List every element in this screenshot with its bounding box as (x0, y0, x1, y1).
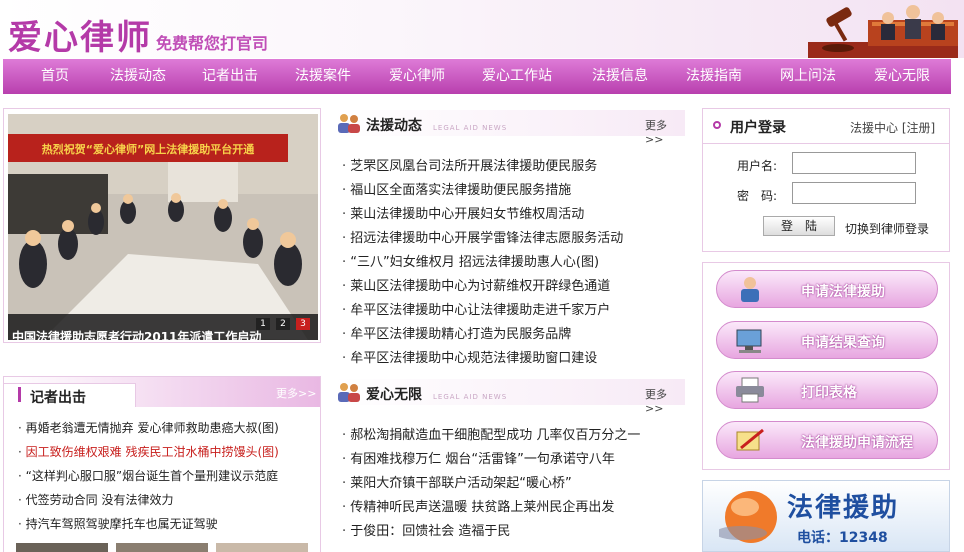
section-marker (18, 387, 21, 402)
query-result-label: 申请结果查询 (801, 335, 885, 351)
list-item[interactable]: · 传精神听民声送温暖 扶贫路上莱州民企再出发 (342, 496, 614, 515)
nav-item-info[interactable]: 法援信息 (581, 59, 659, 94)
list-item[interactable]: · 招远法律援助中心开展学雷锋法律志愿服务活动 (342, 227, 623, 246)
love-en: LEGAL AID NEWS (433, 393, 508, 401)
list-item[interactable]: · 莱山区法律援助中心为讨薪维权开辟绿色通道 (342, 275, 610, 294)
banner-title: 法律援助 (787, 493, 900, 523)
slideshow-banner-text: 热烈祝贺“爱心律师”网上法律援助平台开通 (41, 143, 255, 156)
divider (703, 143, 949, 144)
circle-bullet-icon (713, 121, 721, 129)
list-item[interactable]: · 莱山法律援助中心开展妇女节维权周活动 (342, 203, 584, 222)
list-item[interactable]: · 牟平区法律援助中心让法律援助走进千家万户 (342, 299, 610, 318)
list-item[interactable]: · “三八”妇女维权月 招远法律援助惠人心(图) (342, 251, 599, 270)
apply-legal-aid-label: 申请法律援助 (801, 284, 885, 300)
love-header: 爱心无限 LEGAL AID NEWS 更多>> (333, 379, 685, 415)
legal-news-en: LEGAL AID NEWS (433, 124, 508, 132)
document-pen-icon (736, 428, 764, 451)
thumbnail-image[interactable] (16, 543, 108, 552)
nav-item-online-qa[interactable]: 网上问法 (769, 59, 847, 94)
list-item[interactable]: · 有困难找穆万仁 烟台“活雷锋”一句承诺守八年 (342, 448, 615, 467)
list-item[interactable]: · 福山区全面落实法律援助便民服务措施 (342, 179, 571, 198)
apply-legal-aid-button[interactable]: 申请法律援助 (716, 270, 938, 308)
slideshow-panel: 热烈祝贺“爱心律师”网上法律援助平台开通 中国法律援助志愿者行动2011年派遣工… (3, 108, 321, 343)
legal-news-title: 法援动态 (366, 118, 422, 134)
application-process-button[interactable]: 法律援助申请流程 (716, 421, 938, 459)
site-slogan: 免费帮您打官司 (156, 34, 269, 53)
reporter-more-link[interactable]: 更多>> (276, 385, 316, 401)
list-item[interactable]: · 芝罘区凤凰台司法所开展法律援助便民服务 (342, 155, 597, 174)
username-label: 用户名: (737, 159, 778, 173)
list-item[interactable]: · 持汽车驾照驾驶摩托车也属无证驾驶 (18, 515, 218, 532)
nav-item-legal-aid-news[interactable]: 法援动态 (99, 59, 177, 94)
main-nav: 首页 法援动态 记者出击 法援案件 爱心律师 爱心工作站 法援信息 法援指南 网… (3, 59, 951, 94)
list-item[interactable]: · 代签劳动合同 没有法律效力 (18, 491, 173, 508)
judge-gavel-icon (808, 5, 958, 58)
legal-news-header: 法援动态 LEGAL AID NEWS 更多>> (333, 110, 685, 146)
list-item[interactable]: · 于俊田：回馈社会 造福于民 (342, 520, 510, 539)
slide-page-3[interactable]: 3 (296, 318, 310, 330)
page: 爱心律师 免费帮您打官司 首页 法援动态 记者出击 法援案件 爱心律师 爱心工作… (0, 0, 964, 552)
nav-item-workstation[interactable]: 爱心工作站 (471, 59, 563, 94)
nav-item-guide[interactable]: 法援指南 (675, 59, 753, 94)
slideshow-image[interactable]: 热烈祝贺“爱心律师”网上法律援助平台开通 中国法律援助志愿者行动2011年派遣工… (8, 114, 318, 340)
users-icon (338, 114, 360, 133)
login-links[interactable]: 法援中心 [注册] (850, 119, 935, 136)
slide-page-2[interactable]: 2 (276, 318, 290, 330)
list-item[interactable]: · 因工致伤维权艰难 残疾民工泔水桶中捞馒头(图) (18, 443, 279, 460)
username-input[interactable] (792, 152, 916, 174)
login-button[interactable]: 登 陆 (763, 216, 835, 236)
nav-item-cases[interactable]: 法援案件 (284, 59, 362, 94)
thumbnail-image[interactable] (216, 543, 308, 552)
nav-item-reporter[interactable]: 记者出击 (191, 59, 269, 94)
header: 爱心律师 免费帮您打官司 (0, 0, 964, 58)
list-item[interactable]: · “这样判心服口服”烟台诞生首个量刑建议示范庭 (18, 467, 278, 484)
legal-news-more-link[interactable]: 更多>> (645, 117, 685, 146)
globe-icon (719, 491, 777, 543)
print-form-button[interactable]: 打印表格 (716, 371, 938, 409)
password-input[interactable] (792, 182, 916, 204)
application-process-label: 法律援助申请流程 (801, 435, 913, 451)
print-form-label: 打印表格 (801, 385, 857, 401)
users-icon (338, 383, 360, 402)
lawyer-login-link[interactable]: 切换到律师登录 (845, 220, 929, 237)
nav-item-lawyers[interactable]: 爱心律师 (378, 59, 456, 94)
banner-phone: 电话：12348 (797, 530, 888, 546)
list-item[interactable]: · 莱阳大夼镇干部联户活动架起“暖心桥” (342, 472, 572, 491)
nav-item-charity[interactable]: 爱心无限 (863, 59, 941, 94)
thumbnail-image[interactable] (116, 543, 208, 552)
printer-icon (736, 377, 764, 403)
person-icon (741, 277, 759, 302)
login-panel: 用户登录 法援中心 [注册] 用户名: 密 码: 登 陆 切换到律师登录 (702, 108, 950, 252)
list-item[interactable]: · 郝松淘捐献造血干细胞配型成功 几率仅百万分之一 (342, 424, 640, 443)
computer-icon (736, 329, 762, 353)
login-title: 用户登录 (730, 120, 786, 136)
nav-item-home[interactable]: 首页 (23, 59, 87, 94)
site-logo[interactable]: 爱心律师 (8, 10, 152, 59)
query-result-button[interactable]: 申请结果查询 (716, 321, 938, 359)
password-label: 密 码: (737, 189, 778, 203)
list-item[interactable]: · 再婚老翁遭无情抛弃 爱心律师救助患癌大叔(图) (18, 419, 279, 436)
love-title: 爱心无限 (366, 387, 422, 403)
list-item[interactable]: · 牟平区法律援助中心规范法律援助窗口建设 (342, 347, 597, 366)
love-more-link[interactable]: 更多>> (645, 386, 685, 415)
reporter-title: 记者出击 (30, 390, 86, 406)
list-item[interactable]: · 牟平区法律援助精心打造为民服务品牌 (342, 323, 571, 342)
slide-page-1[interactable]: 1 (256, 318, 270, 330)
reporter-panel: 记者出击 更多>> · 再婚老翁遭无情抛弃 爱心律师救助患癌大叔(图) · 因工… (3, 376, 321, 552)
legal-aid-banner[interactable]: 法律援助 电话：12348 (702, 480, 950, 552)
